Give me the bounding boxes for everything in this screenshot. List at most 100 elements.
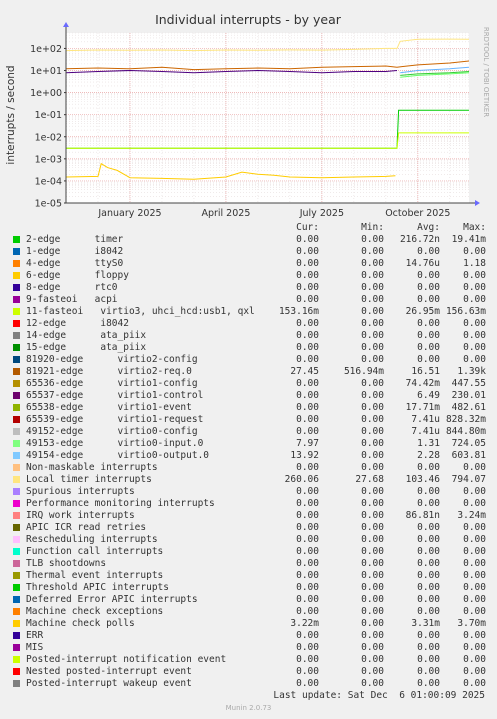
legend-cur: 0.00 xyxy=(296,390,319,401)
legend-row: Spurious interrupts 0.00 0.00 0.00 0.00 xyxy=(12,486,490,498)
legend-min: 516.94m xyxy=(343,366,384,377)
legend-row: 4-edge ttyS0 0.00 0.00 14.76u 1.18 xyxy=(12,258,490,270)
legend-swatch xyxy=(13,284,20,291)
legend-cur: 0.00 xyxy=(296,522,319,533)
legend-swatch xyxy=(13,272,20,279)
legend-max: 0.00 xyxy=(463,282,486,293)
legend-row: Nested posted-interrupt event 0.00 0.00 0.0… xyxy=(12,666,490,678)
legend-min: 0.00 xyxy=(361,606,384,617)
legend-min: 0.00 xyxy=(361,402,384,413)
y-tick-label: 1e+02 xyxy=(30,44,62,55)
legend-cur: 0.00 xyxy=(296,558,319,569)
legend-label: Function call interrupts xyxy=(26,546,164,557)
legend-label: 15-edge ata_piix xyxy=(26,342,147,353)
legend-row: 49154-edge virtio0-output.0 13.92 0.00 2.28… xyxy=(12,450,490,462)
legend-avg: 0.00 xyxy=(417,642,440,653)
legend-avg: 74.42m xyxy=(405,378,440,389)
legend-swatch xyxy=(13,392,20,399)
legend-label: Performance monitoring interrupts xyxy=(26,498,215,509)
legend-max: 1.39k xyxy=(457,366,486,377)
legend-rows: 2-edge timer 0.00 0.00 216.72n 19.41m 1-edge … xyxy=(12,234,490,690)
legend-row: 15-edge ata_piix 0.00 0.00 0.00 0.00 xyxy=(12,342,490,354)
legend-label: 49154-edge virtio0-output.0 xyxy=(26,450,210,461)
legend-row: Rescheduling interrupts 0.00 0.00 0.00 0.00 xyxy=(12,534,490,546)
legend-cur: 0.00 xyxy=(296,678,319,689)
y-tick-label: 1e-02 xyxy=(35,132,62,143)
legend-cur: 13.92 xyxy=(290,450,319,461)
legend-swatch xyxy=(13,368,20,375)
legend-row: Deferred Error APIC interrupts 0.00 0.00 0.… xyxy=(12,594,490,606)
legend-min: 0.00 xyxy=(361,654,384,665)
legend-min: 0.00 xyxy=(361,486,384,497)
legend-max: 0.00 xyxy=(463,330,486,341)
legend-avg: 0.00 xyxy=(417,498,440,509)
legend-max: 0.00 xyxy=(463,270,486,281)
legend-avg: 86.81n xyxy=(405,510,440,521)
legend-cur: 3.22m xyxy=(290,618,319,629)
legend-avg: 0.00 xyxy=(417,282,440,293)
legend-max: 19.41m xyxy=(451,234,486,245)
legend-label: 65536-edge virtio1-config xyxy=(26,378,198,389)
legend-min: 0.00 xyxy=(361,414,384,425)
header-cur: Cur: xyxy=(296,222,319,233)
legend-max: 0.00 xyxy=(463,678,486,689)
legend-row: 14-edge ata_piix 0.00 0.00 0.00 0.00 xyxy=(12,330,490,342)
legend-label: 14-edge ata_piix xyxy=(26,330,147,341)
legend-swatch xyxy=(13,644,20,651)
legend-cur: 0.00 xyxy=(296,258,319,269)
legend-label: 2-edge timer xyxy=(26,234,124,245)
legend-min: 0.00 xyxy=(361,354,384,365)
legend-cur: 0.00 xyxy=(296,642,319,653)
legend-avg: 16.51 xyxy=(411,366,440,377)
legend-cur: 0.00 xyxy=(296,402,319,413)
legend-max: 794.07 xyxy=(451,474,486,485)
legend-avg: 0.00 xyxy=(417,570,440,581)
legend-swatch xyxy=(13,416,20,423)
legend-min: 0.00 xyxy=(361,546,384,557)
legend-cur: 0.00 xyxy=(296,570,319,581)
legend-swatch xyxy=(13,488,20,495)
legend-row: 65539-edge virtio1-request 0.00 0.00 7.41u 8… xyxy=(12,414,490,426)
chart-area: Individual interrupts - by year interrup… xyxy=(0,0,497,222)
legend-cur: 153.16m xyxy=(278,306,319,317)
legend-row: 65538-edge virtio1-event 0.00 0.00 17.71m 48… xyxy=(12,402,490,414)
legend-max: 0.00 xyxy=(463,594,486,605)
legend-label: 65539-edge virtio1-request xyxy=(26,414,204,425)
legend-label: Nested posted-interrupt event xyxy=(26,666,192,677)
legend-label: 6-edge floppy xyxy=(26,270,129,281)
legend-max: 0.00 xyxy=(463,654,486,665)
legend-avg: 26.95m xyxy=(405,306,440,317)
legend-max: 3.24m xyxy=(457,510,486,521)
legend-label: Spurious interrupts xyxy=(26,486,135,497)
legend-label: IRQ work interrupts xyxy=(26,510,135,521)
legend-label: 8-edge rtc0 xyxy=(26,282,118,293)
legend-cur: 0.00 xyxy=(296,270,319,281)
legend-label: 81920-edge virtio2-config xyxy=(26,354,198,365)
legend-avg: 0.00 xyxy=(417,534,440,545)
legend-min: 0.00 xyxy=(361,558,384,569)
legend-max: 3.70m xyxy=(457,618,486,629)
legend-swatch xyxy=(13,380,20,387)
legend-avg: 0.00 xyxy=(417,558,440,569)
legend-avg: 0.00 xyxy=(417,318,440,329)
legend-min: 0.00 xyxy=(361,522,384,533)
legend-avg: 1.31 xyxy=(417,438,440,449)
legend-min: 0.00 xyxy=(361,510,384,521)
legend-avg: 0.00 xyxy=(417,462,440,473)
legend-row: Thermal event interrupts 0.00 0.00 0.00 0.00 xyxy=(12,570,490,582)
legend-cur: 27.45 xyxy=(290,366,319,377)
legend-row: ERR 0.00 0.00 0.00 0.00 xyxy=(12,630,490,642)
y-tick-label: 1e-05 xyxy=(35,199,62,210)
legend-min: 0.00 xyxy=(361,582,384,593)
legend-min: 0.00 xyxy=(361,306,384,317)
legend-avg: 6.49 xyxy=(417,390,440,401)
legend-min: 0.00 xyxy=(361,294,384,305)
legend-min: 0.00 xyxy=(361,318,384,329)
legend-swatch xyxy=(13,560,20,567)
legend-label: 4-edge ttyS0 xyxy=(26,258,124,269)
legend-max: 0.00 xyxy=(463,534,486,545)
legend-swatch xyxy=(13,512,20,519)
legend-label: Posted-interrupt notification event xyxy=(26,654,227,665)
legend-cur: 0.00 xyxy=(296,666,319,677)
y-tick-label: 1e-03 xyxy=(35,154,62,165)
